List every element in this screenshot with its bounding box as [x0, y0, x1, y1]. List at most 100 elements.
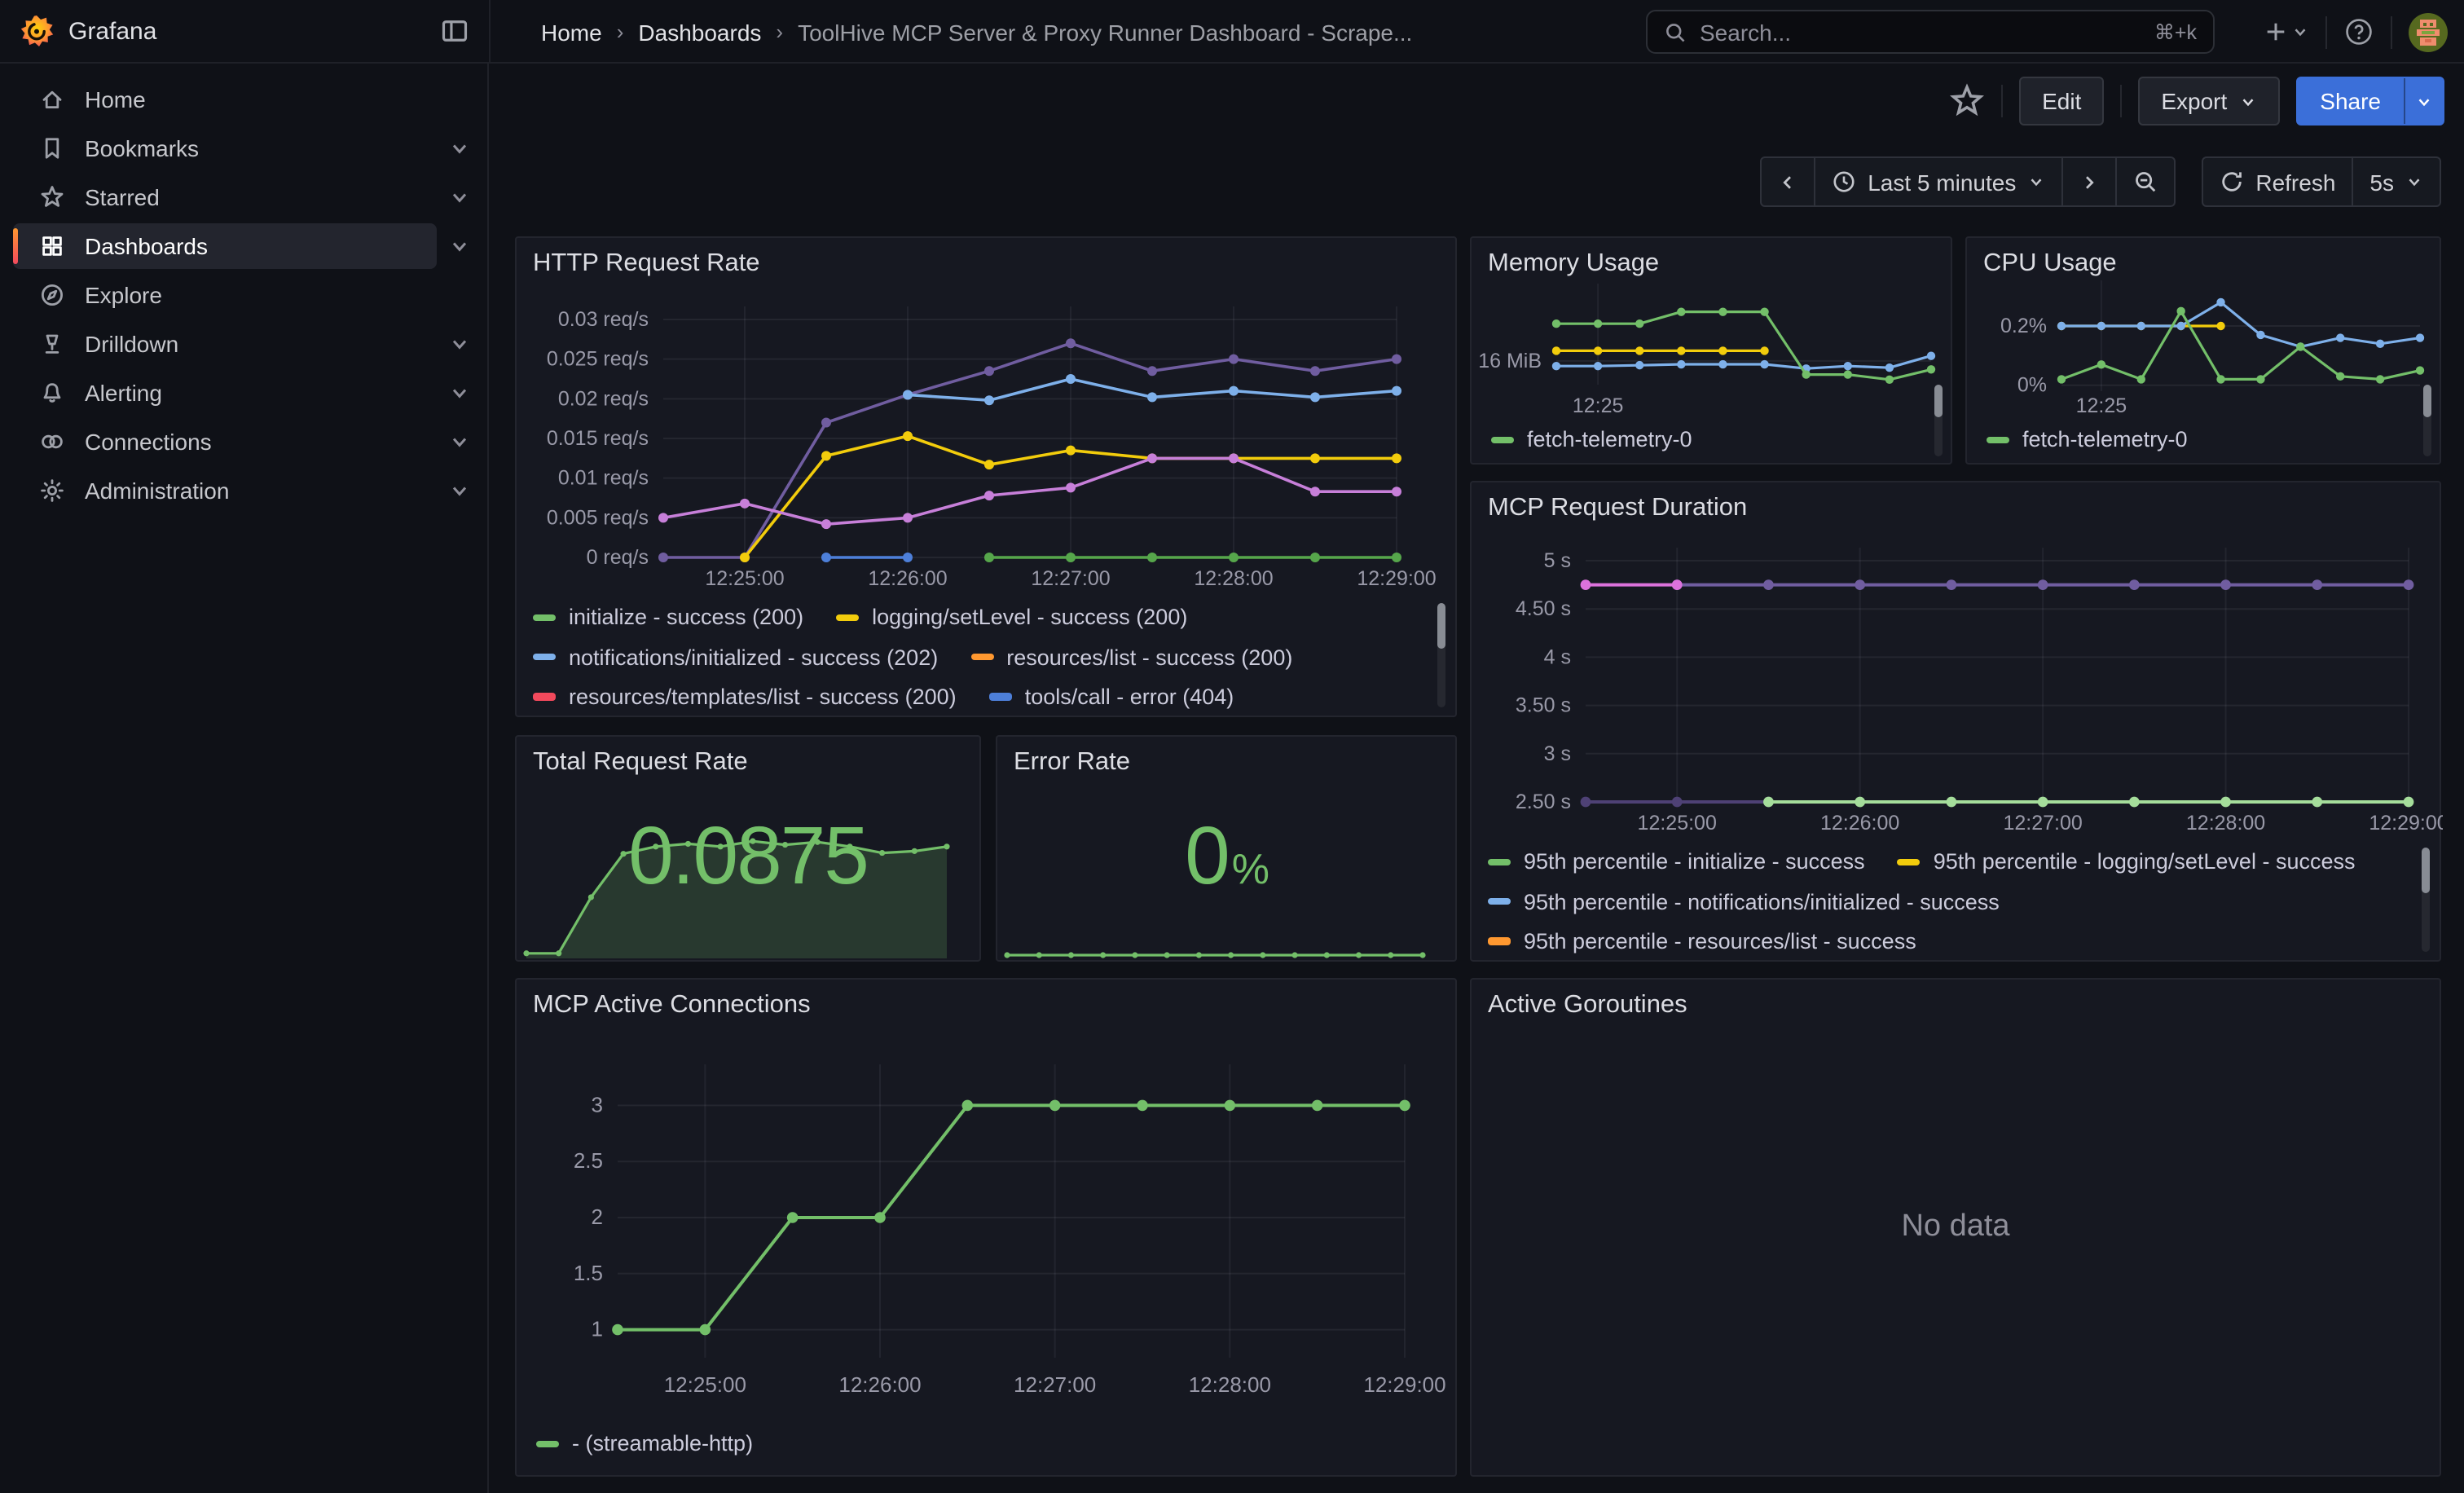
legend-scrollbar[interactable]	[1934, 385, 1943, 456]
panel-title[interactable]: Active Goroutines	[1488, 991, 1687, 1020]
time-range-picker[interactable]: Last 5 minutes	[1814, 158, 2061, 205]
brand[interactable]: Grafana	[20, 0, 156, 64]
legend-item[interactable]: fetch-telemetry-0	[1987, 426, 2188, 454]
share-dropdown-button[interactable]	[2404, 78, 2443, 124]
sidebar-item-explore[interactable]: Explore	[13, 272, 474, 318]
sidebar-item-alerting[interactable]: Alerting	[13, 370, 474, 416]
breadcrumb-separator: ›	[776, 20, 783, 44]
sidebar-item-connections[interactable]: Connections	[13, 419, 474, 465]
sidebar-item-administration[interactable]: Administration	[13, 468, 474, 513]
chevron-left-icon	[1778, 172, 1797, 192]
legend-item[interactable]: fetch-telemetry-0	[1491, 426, 1692, 454]
memory-legend: fetch-telemetry-0	[1491, 422, 1899, 458]
sidebar-item-home[interactable]: Home	[13, 77, 474, 122]
time-shift-back-button[interactable]	[1762, 158, 1814, 205]
export-button[interactable]: Export	[2138, 77, 2279, 126]
legend-row: fetch-telemetry-0	[1491, 422, 1899, 454]
help-button[interactable]	[2343, 16, 2374, 47]
legend-item[interactable]: 95th percentile - initialize - success	[1488, 848, 1865, 876]
sidebar-item-drilldown[interactable]: Drilldown	[13, 321, 474, 367]
legend-item[interactable]: 95th percentile - logging/setLevel - suc…	[1898, 848, 2356, 876]
refresh-icon	[2220, 170, 2244, 194]
legend-label: fetch-telemetry-0	[1527, 426, 1692, 454]
chart-series	[1552, 351, 1935, 372]
edit-button[interactable]: Edit	[2019, 77, 2104, 126]
panel-title[interactable]: HTTP Request Rate	[533, 249, 760, 279]
refresh-button[interactable]: Refresh	[2203, 158, 2352, 205]
svg-text:0.01 req/s: 0.01 req/s	[558, 467, 649, 490]
legend-item[interactable]: logging/setLevel - success (200)	[836, 604, 1187, 632]
sidebar-item-label: Dashboards	[85, 233, 208, 259]
search-shortcut: ⌘+k	[2154, 20, 2197, 44]
svg-text:0.005 req/s: 0.005 req/s	[547, 506, 649, 529]
panel-title[interactable]: MCP Active Connections	[533, 991, 811, 1020]
legend-swatch	[536, 1440, 559, 1447]
favorite-star-icon[interactable]	[1949, 83, 1985, 119]
panel-title[interactable]: Memory Usage	[1488, 249, 1659, 279]
svg-text:4 s: 4 s	[1544, 645, 1571, 668]
breadcrumb: Home›Dashboards›ToolHive MCP Server & Pr…	[541, 0, 1412, 64]
legend-row: resources/templates/list - success (200)…	[533, 679, 1426, 711]
chart-series	[1672, 579, 2414, 590]
share-button[interactable]: Share	[2297, 78, 2404, 124]
breadcrumb-item[interactable]: Home	[541, 19, 602, 45]
panel-cpu-usage: CPU Usage 0.2%0%12:25 fetch-telemetry-0	[1965, 236, 2441, 465]
search-box[interactable]: ⌘+k	[1646, 10, 2215, 54]
legend-label: resources/templates/list - success (200)	[569, 683, 957, 711]
time-shift-forward-button[interactable]	[2061, 158, 2115, 205]
svg-text:0.2%: 0.2%	[2000, 315, 2047, 337]
svg-text:0 req/s: 0 req/s	[587, 546, 649, 569]
legend-item[interactable]: initialize - success (200)	[533, 604, 803, 632]
chart-series	[658, 338, 1401, 562]
legend-scrollbar[interactable]	[2422, 848, 2430, 952]
refresh-interval-dropdown[interactable]: 5s	[2352, 158, 2440, 205]
legend-scrollbar[interactable]	[2423, 385, 2431, 456]
sidebar-item-dashboards[interactable]: Dashboards	[13, 223, 474, 269]
chart-series	[1552, 307, 1935, 383]
legend-item[interactable]: resources/templates/list - success (200)	[533, 683, 957, 711]
legend-scrollbar[interactable]	[1437, 603, 1445, 707]
sidebar-item-highlight	[13, 77, 437, 122]
gear-icon	[39, 478, 65, 504]
chevron-down-icon[interactable]	[448, 381, 471, 404]
add-button[interactable]	[2264, 20, 2309, 44]
panel-title[interactable]: CPU Usage	[1983, 249, 2117, 279]
sidebar-item-starred[interactable]: Starred	[13, 174, 474, 220]
legend-label: 95th percentile - resources/list - succe…	[1524, 927, 1916, 955]
chevron-down-icon[interactable]	[448, 430, 471, 453]
chevron-down-icon[interactable]	[448, 186, 471, 209]
panel-title[interactable]: Total Request Rate	[533, 748, 748, 777]
panel-title[interactable]: MCP Request Duration	[1488, 494, 1747, 523]
sidebar-item-highlight	[13, 321, 437, 367]
chevron-down-icon[interactable]	[448, 235, 471, 258]
time-controls: Last 5 minutes Refresh 5s	[1760, 156, 2441, 207]
legend-item[interactable]: 95th percentile - resources/list - succe…	[1488, 927, 1916, 955]
legend-item[interactable]: notifications/initialized - success (202…	[533, 643, 938, 671]
svg-text:3 s: 3 s	[1544, 742, 1571, 765]
topbar-actions	[2264, 0, 2448, 64]
legend-item[interactable]: - (streamable-http)	[536, 1430, 753, 1458]
legend-item[interactable]: tools/call - error (404)	[989, 683, 1234, 711]
chevron-down-icon	[2238, 92, 2256, 110]
sidebar-collapse-icon[interactable]	[440, 16, 473, 49]
chevron-down-icon[interactable]	[448, 333, 471, 355]
avatar[interactable]	[2409, 12, 2448, 51]
sidebar-item-bookmarks[interactable]: Bookmarks	[13, 126, 474, 171]
panel-title[interactable]: Error Rate	[1014, 748, 1130, 777]
legend-item[interactable]: 95th percentile - notifications/initiali…	[1488, 887, 2000, 915]
chart-series	[1763, 797, 2413, 808]
chevron-down-icon[interactable]	[448, 479, 471, 502]
legend-label: logging/setLevel - success (200)	[872, 604, 1187, 632]
legend-item[interactable]: resources/list - success (200)	[970, 643, 1292, 671]
breadcrumb-item[interactable]: Dashboards	[638, 19, 761, 45]
search-input[interactable]	[1700, 19, 2141, 45]
legend-swatch	[836, 614, 859, 621]
svg-text:12:26:00: 12:26:00	[1820, 812, 1899, 835]
zoom-out-button[interactable]	[2115, 158, 2174, 205]
toolbar-separator	[2001, 85, 2003, 117]
legend-swatch	[1488, 898, 1511, 905]
panel-mcp-request-duration: MCP Request Duration 5 s4.50 s4 s3.50 s3…	[1470, 481, 2441, 962]
chevron-down-icon[interactable]	[448, 137, 471, 160]
topbar-separator	[2391, 15, 2392, 48]
grafana-app: Grafana Home›Dashboards›ToolHive MCP Ser…	[0, 0, 2464, 1493]
